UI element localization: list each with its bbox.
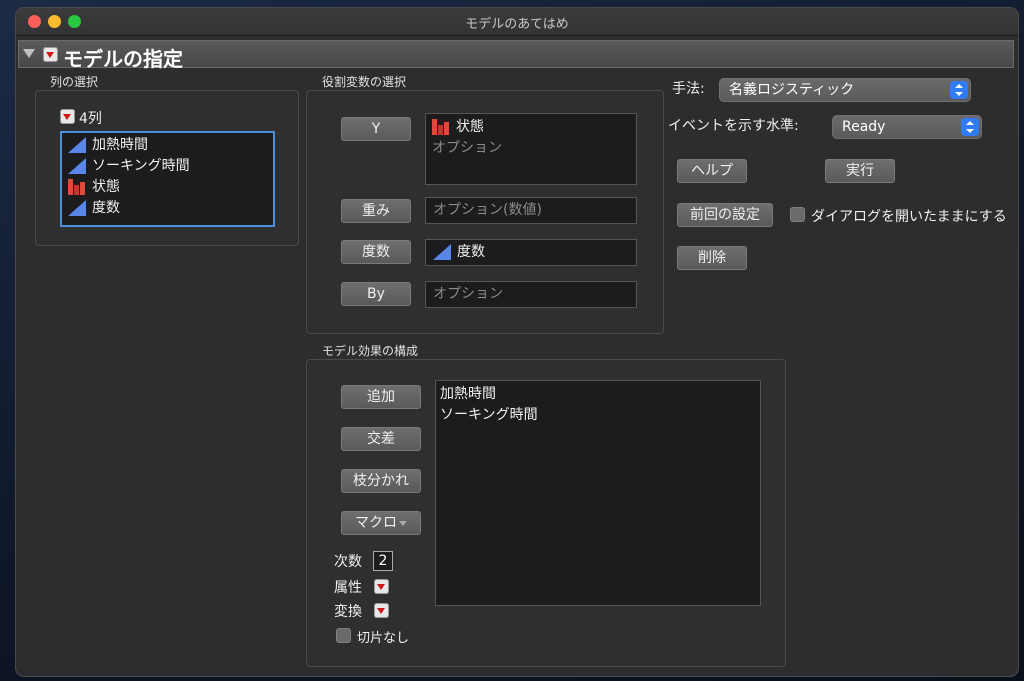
freq-role-field[interactable]: 度数 bbox=[425, 239, 637, 266]
title-bar: モデルのあてはめ bbox=[16, 8, 1018, 36]
method-label: 手法: bbox=[672, 81, 705, 97]
cross-button[interactable]: 交差 bbox=[341, 427, 421, 451]
y-role-list[interactable]: 状態 オプション bbox=[425, 113, 637, 185]
transform-red-triangle-icon[interactable] bbox=[374, 603, 389, 618]
column-item-frequency[interactable]: 度数 bbox=[62, 198, 273, 219]
attributes-label: 属性 bbox=[334, 580, 362, 596]
weight-role-button[interactable]: 重み bbox=[341, 199, 411, 223]
transform-label: 変換 bbox=[334, 604, 362, 620]
effects-group: 追加 交差 枝分かれ マクロ 次数 2 属性 変換 切片なし 加熱時間 ソーキン… bbox=[306, 359, 786, 667]
column-item-heating-time[interactable]: 加熱時間 bbox=[62, 135, 273, 156]
by-role-button[interactable]: By bbox=[341, 282, 411, 306]
effect-item[interactable]: ソーキング時間 bbox=[436, 405, 760, 426]
column-item-label: ソーキング時間 bbox=[92, 158, 190, 174]
keep-dialog-open-checkbox[interactable] bbox=[790, 207, 805, 222]
method-select-value: 名義ロジスティック bbox=[729, 82, 855, 98]
by-role-field[interactable]: オプション bbox=[425, 281, 637, 308]
column-item-label: 加熱時間 bbox=[92, 137, 148, 153]
continuous-icon bbox=[433, 244, 451, 260]
freq-role-value: 度数 bbox=[457, 244, 485, 260]
select-stepper-icon bbox=[961, 118, 979, 136]
continuous-icon bbox=[68, 200, 86, 216]
column-item-soaking-time[interactable]: ソーキング時間 bbox=[62, 156, 273, 177]
select-stepper-icon bbox=[950, 81, 968, 99]
column-item-label: 状態 bbox=[92, 179, 120, 195]
columns-red-triangle-icon[interactable] bbox=[60, 109, 75, 124]
dialog-window: モデルのあてはめ モデルの指定 列の選択 4列 加熱時間 ソーキング時間 状態 … bbox=[16, 8, 1018, 676]
macros-button[interactable]: マクロ bbox=[341, 511, 421, 535]
attributes-red-triangle-icon[interactable] bbox=[374, 579, 389, 594]
keep-dialog-open-label: ダイアログを開いたままにする bbox=[811, 209, 1007, 225]
weight-role-field[interactable]: オプション(数値) bbox=[425, 197, 637, 224]
degree-field[interactable]: 2 bbox=[373, 551, 393, 571]
add-effect-button[interactable]: 追加 bbox=[341, 385, 421, 409]
macros-button-label: マクロ bbox=[355, 515, 397, 531]
method-select[interactable]: 名義ロジスティック bbox=[719, 78, 971, 102]
nest-button[interactable]: 枝分かれ bbox=[341, 469, 421, 493]
model-effects-list[interactable]: 加熱時間 ソーキング時間 bbox=[435, 380, 761, 606]
nominal-icon bbox=[68, 179, 86, 195]
model-spec-header: モデルの指定 bbox=[18, 40, 1014, 71]
recall-button[interactable]: 前回の設定 bbox=[677, 203, 773, 227]
effects-group-label: モデル効果の構成 bbox=[322, 344, 419, 358]
degree-label: 次数 bbox=[334, 554, 362, 570]
continuous-icon bbox=[68, 137, 86, 153]
y-role-item[interactable]: 状態 bbox=[426, 117, 636, 138]
freq-role-button[interactable]: 度数 bbox=[341, 240, 411, 264]
roles-group: Y 状態 オプション 重み オプション(数値) 度数 度数 By オプション bbox=[306, 90, 664, 334]
dropdown-arrow-icon bbox=[399, 520, 407, 526]
column-count: 4列 bbox=[79, 111, 102, 127]
disclosure-triangle-icon[interactable] bbox=[23, 49, 35, 58]
no-intercept-label: 切片なし bbox=[357, 631, 410, 646]
column-list[interactable]: 加熱時間 ソーキング時間 状態 度数 bbox=[60, 131, 275, 227]
columns-group: 4列 加熱時間 ソーキング時間 状態 度数 bbox=[35, 90, 299, 246]
remove-button[interactable]: 削除 bbox=[677, 246, 747, 270]
y-role-placeholder: オプション bbox=[432, 140, 502, 156]
nominal-icon bbox=[432, 119, 450, 135]
column-item-state[interactable]: 状態 bbox=[62, 177, 273, 198]
window-title: モデルのあてはめ bbox=[465, 17, 569, 32]
columns-group-label: 列の選択 bbox=[50, 75, 99, 89]
help-button[interactable]: ヘルプ bbox=[677, 159, 747, 183]
y-role-button[interactable]: Y bbox=[341, 117, 411, 141]
run-button[interactable]: 実行 bbox=[825, 159, 895, 183]
red-triangle-menu-icon[interactable] bbox=[43, 47, 58, 62]
event-level-value: Ready bbox=[842, 119, 886, 135]
y-role-value: 状態 bbox=[456, 119, 484, 135]
section-title: モデルの指定 bbox=[63, 47, 183, 71]
roles-group-label: 役割変数の選択 bbox=[322, 75, 407, 89]
effect-item[interactable]: 加熱時間 bbox=[436, 384, 760, 405]
event-level-select[interactable]: Ready bbox=[832, 115, 982, 139]
no-intercept-checkbox[interactable] bbox=[336, 628, 351, 643]
continuous-icon bbox=[68, 158, 86, 174]
column-item-label: 度数 bbox=[92, 200, 120, 216]
event-level-label: イベントを示す水準: bbox=[668, 118, 799, 134]
